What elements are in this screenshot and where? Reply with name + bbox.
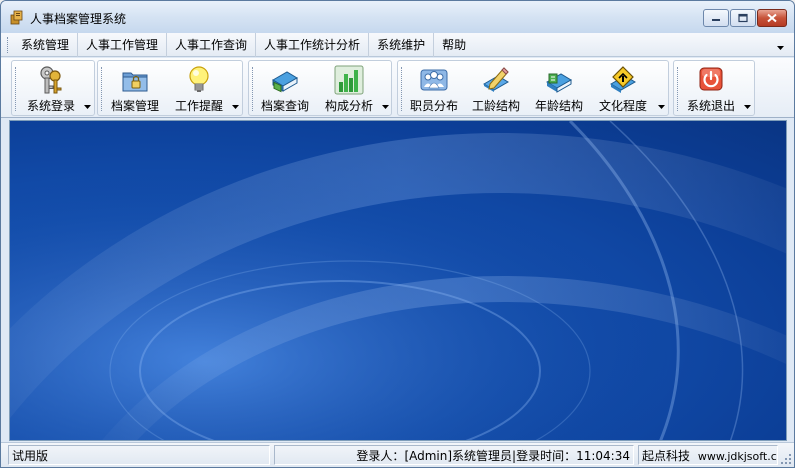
menu-grip[interactable] — [7, 37, 10, 53]
close-icon — [767, 13, 777, 23]
background-swirl-graphic — [10, 121, 786, 440]
toolbar-group-archive: 档案管理 工作提醒 — [97, 60, 243, 116]
education-level-dropdown-icon[interactable] — [658, 105, 665, 110]
company-name: 起点科技 — [642, 449, 691, 463]
menu-items: 系统管理 人事工作管理 人事工作查询 人事工作统计分析 系统维护 帮助 — [13, 33, 474, 57]
toolbar-group-statistics: 职员分布 工龄结构 年龄结构 文化程度 — [397, 60, 669, 116]
composition-analysis-dropdown-icon[interactable] — [382, 105, 389, 110]
window-title: 人事档案管理系统 — [30, 12, 127, 26]
age-structure-label: 年龄结构 — [534, 99, 583, 113]
archive-management-label: 档案管理 — [110, 99, 159, 113]
book-search-icon — [272, 71, 298, 93]
menu-system-management[interactable]: 系统管理 — [13, 33, 79, 57]
maximize-button[interactable] — [730, 9, 756, 27]
menu-personnel-work-management[interactable]: 人事工作管理 — [78, 33, 168, 57]
system-login-dropdown-icon[interactable] — [84, 105, 91, 110]
menu-bar: 系统管理 人事工作管理 人事工作查询 人事工作统计分析 系统维护 帮助 — [1, 33, 794, 57]
app-icon — [10, 10, 23, 25]
login-time-label: |登录时间： — [512, 449, 577, 463]
minimize-icon — [712, 19, 720, 21]
toolbar-group-login: 系统登录 — [11, 60, 95, 116]
composition-analysis-button[interactable]: 构成分析 — [319, 61, 379, 115]
work-reminder-button[interactable]: 工作提醒 — [168, 61, 230, 115]
composition-analysis-label: 构成分析 — [324, 99, 373, 113]
menu-personnel-work-query[interactable]: 人事工作查询 — [167, 33, 257, 57]
status-edition: 试用版 — [8, 445, 270, 465]
maximize-icon — [738, 13, 748, 23]
system-login-button[interactable]: 系统登录 — [20, 61, 82, 115]
toolbar-grip[interactable] — [101, 67, 104, 111]
menu-help[interactable]: 帮助 — [434, 33, 474, 57]
work-reminder-label: 工作提醒 — [174, 99, 223, 113]
login-user-value: [Admin]系统管理员 — [404, 449, 513, 463]
pencil-icon — [483, 67, 509, 92]
books-icon — [546, 73, 572, 93]
seniority-structure-label: 工龄结构 — [471, 99, 520, 113]
minimize-button[interactable] — [703, 9, 729, 27]
work-reminder-dropdown-icon[interactable] — [232, 105, 239, 110]
people-icon — [420, 69, 448, 91]
staff-distribution-label: 职员分布 — [409, 99, 458, 113]
lightbulb-icon — [189, 66, 209, 92]
menu-overflow-chevron-icon[interactable] — [777, 43, 784, 51]
status-bar: 试用版 登录人：[Admin]系统管理员|登录时间：11:04:34 起点科技 … — [1, 442, 794, 467]
archive-query-button[interactable]: 档案查询 — [255, 61, 315, 115]
system-exit-dropdown-icon[interactable] — [744, 105, 751, 110]
archive-query-label: 档案查询 — [260, 99, 309, 113]
system-exit-button[interactable]: 系统退出 — [680, 61, 742, 115]
status-company: 起点科技 www.jdkjsoft.cc — [638, 445, 778, 465]
menu-system-maintenance[interactable]: 系统维护 — [369, 33, 435, 57]
folder-lock-icon — [122, 72, 148, 92]
education-level-label: 文化程度 — [598, 99, 647, 113]
staff-distribution-button[interactable]: 职员分布 — [404, 61, 464, 115]
book-sign-icon — [610, 66, 636, 93]
title-bar[interactable]: 人事档案管理系统 — [1, 1, 794, 33]
keys-icon — [40, 66, 62, 94]
close-button[interactable] — [757, 9, 787, 27]
company-website: www.jdkjsoft.cc — [697, 450, 778, 463]
status-login-info: 登录人：[Admin]系统管理员|登录时间：11:04:34 — [274, 445, 634, 465]
resize-grip-icon[interactable] — [780, 453, 792, 465]
toolbar-group-query: 档案查询 构成分析 — [248, 60, 392, 116]
login-time-value: 11:04:34 — [576, 449, 630, 463]
seniority-structure-button[interactable]: 工龄结构 — [466, 61, 526, 115]
main-window: 人事档案管理系统 系统管理 人事工作管理 人事工作查询 人事工作统计分析 系统维… — [0, 0, 795, 468]
toolbar-grip[interactable] — [15, 67, 18, 111]
workspace-background — [9, 120, 787, 441]
window-controls — [702, 9, 787, 27]
system-exit-label: 系统退出 — [686, 99, 735, 113]
archive-management-button[interactable]: 档案管理 — [106, 61, 164, 115]
age-structure-button[interactable]: 年龄结构 — [528, 61, 590, 115]
toolbar: 系统登录 档案管理 工作提醒 档案查询 构成分析 职员分布 工龄结构 年龄结构 … — [1, 58, 794, 118]
education-level-button[interactable]: 文化程度 — [592, 61, 654, 115]
toolbar-group-exit: 系统退出 — [673, 60, 755, 116]
menu-personnel-statistics-analysis[interactable]: 人事工作统计分析 — [256, 33, 370, 57]
bar-chart-icon — [334, 65, 364, 95]
login-user-label: 登录人： — [356, 449, 405, 463]
power-icon — [699, 67, 723, 91]
system-login-label: 系统登录 — [26, 99, 75, 113]
